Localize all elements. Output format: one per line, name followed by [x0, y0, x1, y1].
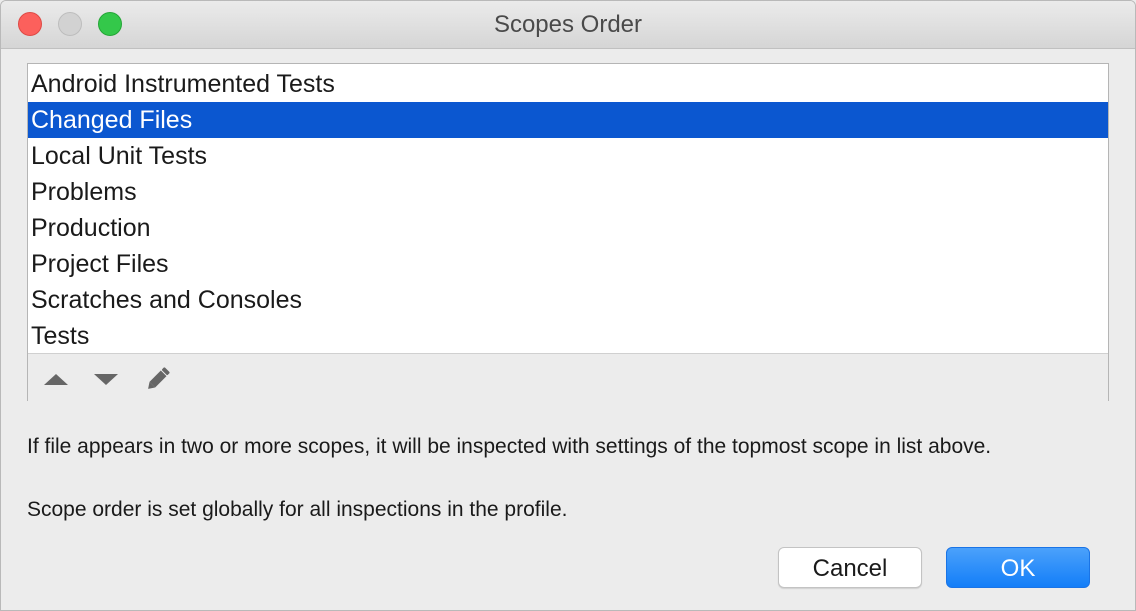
cancel-button[interactable]: Cancel — [778, 547, 922, 588]
scopes-order-dialog: Scopes Order Android Instrumented Tests … — [0, 0, 1136, 611]
move-up-icon — [44, 374, 68, 385]
list-item[interactable]: Problems — [28, 174, 1108, 210]
edit-button[interactable] — [144, 366, 172, 390]
edit-icon — [148, 367, 170, 389]
list-item[interactable]: Production — [28, 210, 1108, 246]
scopes-list-panel: Android Instrumented Tests Changed Files… — [27, 63, 1109, 401]
window-title: Scopes Order — [493, 11, 643, 38]
list-item[interactable]: Android Instrumented Tests — [28, 66, 1108, 102]
list-item[interactable]: Local Unit Tests — [28, 138, 1108, 174]
move-down-icon — [94, 374, 118, 385]
title-bar: Scopes Order — [1, 1, 1135, 49]
scopes-list[interactable]: Android Instrumented Tests Changed Files… — [28, 66, 1108, 354]
move-down-button[interactable] — [92, 366, 120, 390]
list-item[interactable]: Project Files — [28, 246, 1108, 282]
scope-global-message: Scope order is set globally for all insp… — [27, 498, 568, 521]
list-toolbar — [28, 353, 1108, 401]
ok-button[interactable]: OK — [946, 547, 1090, 588]
list-item[interactable]: Tests — [28, 318, 1108, 354]
list-item[interactable]: Scratches and Consoles — [28, 282, 1108, 318]
list-item-selected[interactable]: Changed Files — [28, 102, 1108, 138]
move-up-button[interactable] — [42, 366, 70, 390]
scope-priority-message: If file appears in two or more scopes, i… — [27, 435, 992, 458]
